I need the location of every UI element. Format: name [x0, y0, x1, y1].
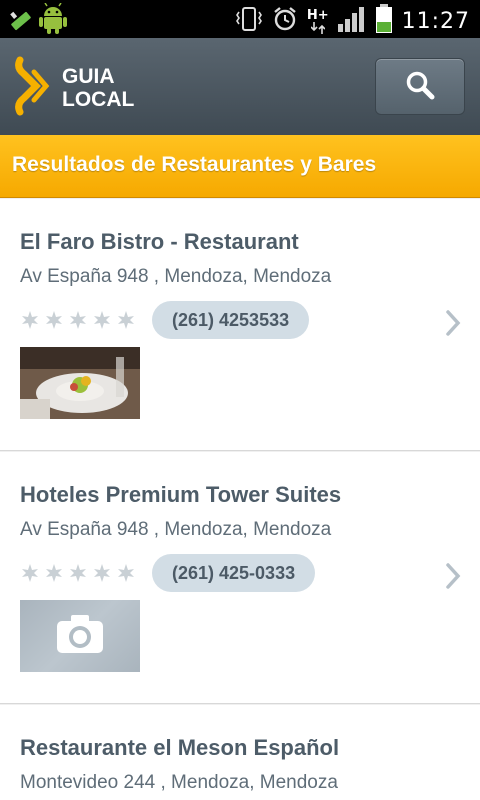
- result-name: Hoteles Premium Tower Suites: [20, 482, 342, 507]
- result-item[interactable]: Hoteles Premium Tower Suites Av España 9…: [0, 452, 480, 704]
- search-icon: [405, 70, 435, 104]
- results-section-header: Resultados de Restaurantes y Bares: [0, 135, 480, 198]
- phone-button[interactable]: (261) 425-0333: [152, 554, 316, 592]
- star-icon: [68, 310, 88, 334]
- logo-mark-icon: [14, 56, 54, 120]
- star-icon: [116, 310, 136, 334]
- result-name: El Faro Bistro - Restaurant: [20, 229, 299, 254]
- food-photo-thumbnail[interactable]: [20, 347, 140, 419]
- usb-debug-icon: [8, 3, 34, 39]
- star-icon: [20, 310, 40, 334]
- battery-icon: [375, 4, 393, 38]
- rating-stars: [20, 310, 136, 334]
- chevron-right-icon[interactable]: [444, 562, 462, 594]
- clock: 11:27: [401, 8, 470, 34]
- star-icon: [116, 563, 136, 587]
- star-icon: [68, 563, 88, 587]
- chevron-right-icon[interactable]: [444, 309, 462, 341]
- star-icon: [92, 563, 112, 587]
- search-button[interactable]: [375, 58, 465, 115]
- star-icon: [20, 563, 40, 587]
- guia-local-logo[interactable]: GUIA LOCAL: [14, 56, 134, 120]
- section-title: Resultados de Restaurantes y Bares: [12, 153, 377, 176]
- signal-strength-icon: [337, 6, 366, 36]
- result-name: Restaurante el Meson Español: [20, 735, 340, 760]
- result-item[interactable]: El Faro Bistro - Restaurant Av España 94…: [0, 199, 480, 451]
- star-icon: [44, 310, 64, 334]
- photo-placeholder-thumbnail[interactable]: [20, 600, 140, 672]
- result-address: Montevideo 244 , Mendoza, Mendoza: [20, 772, 338, 793]
- logo-text-line1: GUIA: [62, 65, 115, 88]
- app-header: GUIA LOCAL: [0, 38, 480, 135]
- android-icon: [38, 2, 68, 39]
- star-icon: [92, 310, 112, 334]
- result-item[interactable]: Restaurante el Meson Español Montevideo …: [0, 705, 480, 800]
- network-type-indicator: H+: [307, 9, 329, 34]
- star-icon: [44, 563, 64, 587]
- result-address: Av España 948 , Mendoza, Mendoza: [20, 266, 332, 287]
- vibrate-icon: [235, 6, 263, 36]
- alarm-icon: [272, 6, 298, 36]
- rating-stars: [20, 563, 136, 587]
- phone-button[interactable]: (261) 4253533: [152, 301, 310, 339]
- logo-text-line2: LOCAL: [62, 88, 135, 111]
- status-bar: H+ 11:27: [0, 0, 480, 38]
- camera-placeholder-icon: [55, 613, 105, 659]
- result-address: Av España 948 , Mendoza, Mendoza: [20, 519, 332, 540]
